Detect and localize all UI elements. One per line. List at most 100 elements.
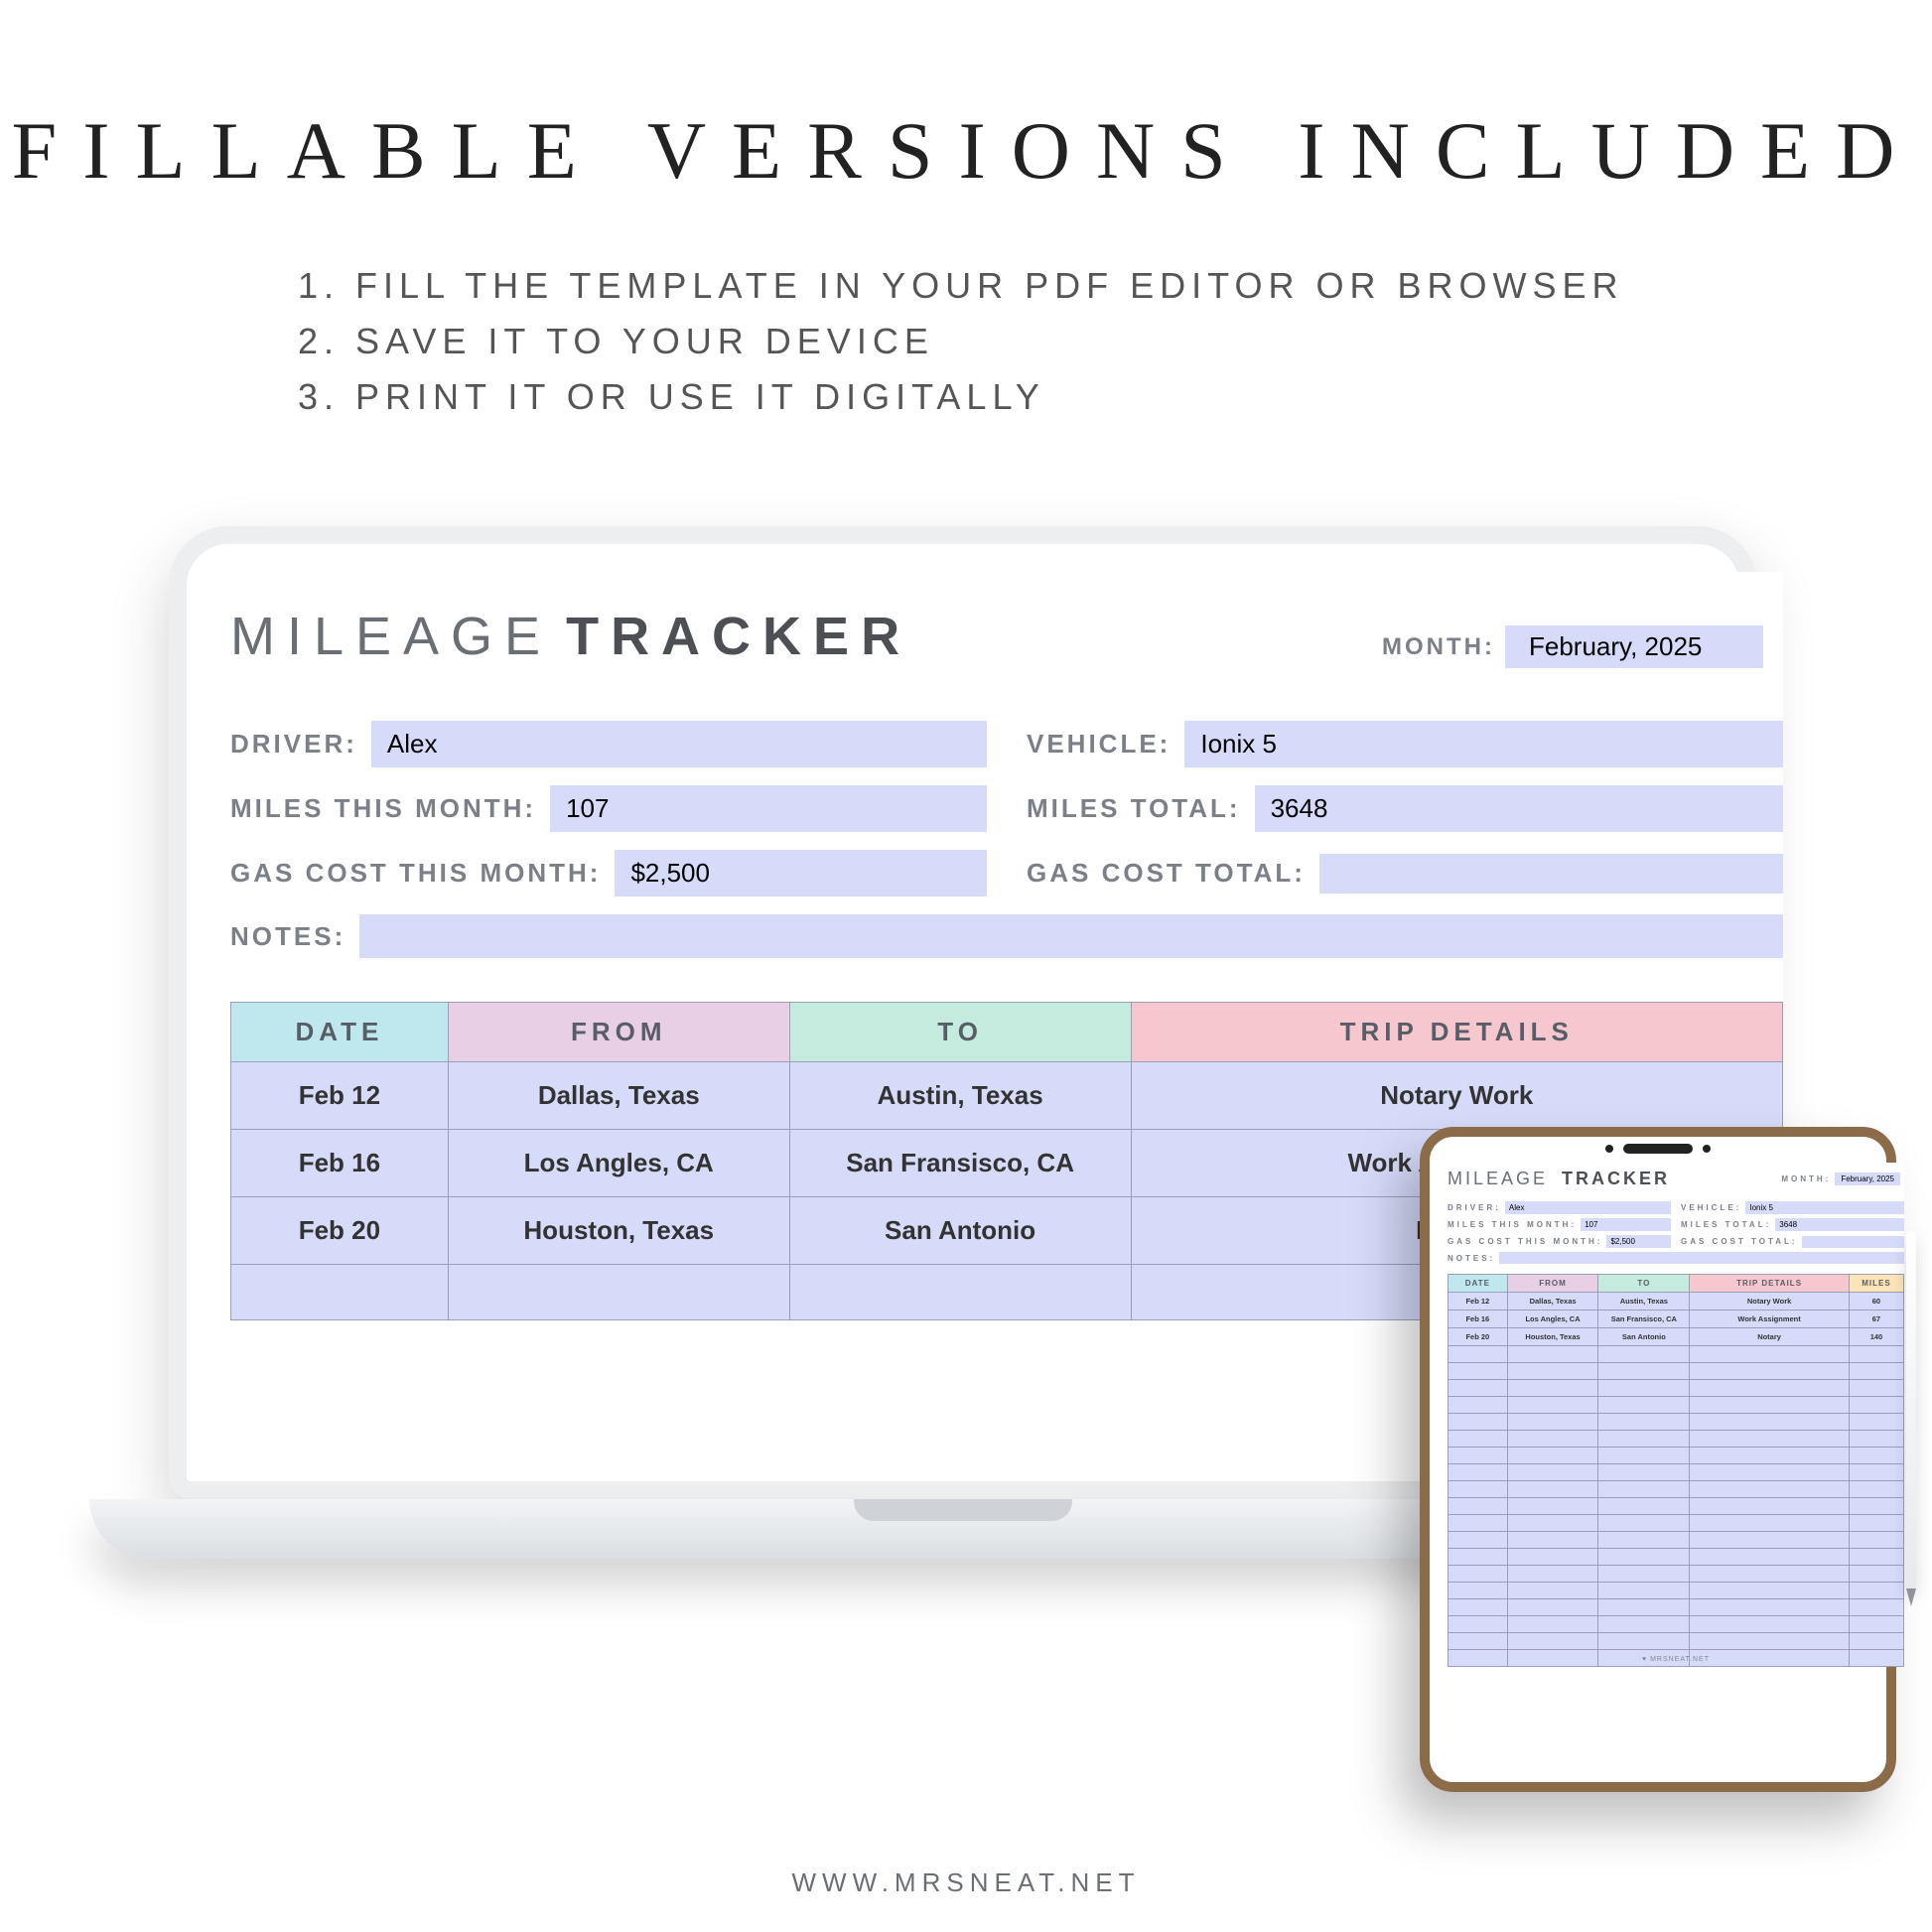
cell-from[interactable]: Los Angles, CA — [1507, 1311, 1598, 1328]
table-row[interactable] — [1449, 1515, 1904, 1532]
table-row[interactable] — [1449, 1498, 1904, 1515]
cell-miles[interactable]: 140 — [1849, 1328, 1903, 1346]
col-to: TO — [1598, 1275, 1690, 1293]
month-field: MONTH: February, 2025 — [1382, 625, 1763, 668]
month-field: MONTH: February, 2025 — [1781, 1173, 1900, 1185]
title-bold: TRACKER — [1562, 1169, 1670, 1189]
cell-details[interactable]: Notary — [1690, 1328, 1850, 1346]
vehicle-label: VEHICLE: — [1681, 1203, 1741, 1212]
gas-month-input[interactable]: $2,500 — [615, 850, 987, 897]
table-row[interactable] — [1449, 1431, 1904, 1448]
gas-total-input[interactable] — [1802, 1236, 1904, 1248]
driver-input[interactable]: Alex — [371, 721, 987, 767]
cell-from[interactable]: Los Angles, CA — [448, 1130, 789, 1197]
cell-date[interactable]: Feb 16 — [1449, 1311, 1508, 1328]
cell-miles[interactable]: 60 — [1849, 1293, 1903, 1311]
cell-miles[interactable]: 67 — [1849, 1311, 1903, 1328]
col-date: DATE — [231, 1003, 449, 1062]
cell-date[interactable]: Feb 16 — [231, 1130, 449, 1197]
gas-total-label: GAS COST TOTAL: — [1681, 1237, 1798, 1246]
gas-month-label: GAS COST THIS MONTH: — [1448, 1237, 1602, 1246]
table-row[interactable]: Feb 12 Dallas, Texas Austin, Texas Notar… — [1449, 1293, 1904, 1311]
col-miles: MILES — [1849, 1275, 1903, 1293]
table-row[interactable] — [1449, 1566, 1904, 1583]
col-from: FROM — [448, 1003, 789, 1062]
step-3: 3. PRINT IT OR USE IT DIGITALLY — [298, 369, 1624, 425]
notes-label: NOTES: — [1448, 1254, 1495, 1263]
table-row[interactable] — [1449, 1464, 1904, 1481]
miles-total-label: MILES TOTAL: — [1681, 1220, 1771, 1229]
table-row[interactable]: Feb 16 Los Angles, CA San Fransisco, CA … — [1449, 1311, 1904, 1328]
step-2: 2. SAVE IT TO YOUR DEVICE — [298, 314, 1624, 369]
cell-date[interactable]: Feb 12 — [231, 1062, 449, 1130]
vehicle-input[interactable]: Ionix 5 — [1745, 1201, 1904, 1214]
cell-from[interactable]: Houston, Texas — [448, 1197, 789, 1265]
table-row[interactable] — [1449, 1363, 1904, 1380]
table-row[interactable] — [1449, 1532, 1904, 1549]
cell-to[interactable]: Austin, Texas — [1598, 1293, 1690, 1311]
driver-label: DRIVER: — [1448, 1203, 1501, 1212]
miles-total-input[interactable]: 3648 — [1775, 1218, 1904, 1231]
cell-date[interactable]: Feb 20 — [231, 1197, 449, 1265]
cell-details[interactable]: Notary Work — [1131, 1062, 1782, 1130]
miles-month-label: MILES THIS MONTH: — [1448, 1220, 1577, 1229]
mileage-table: DATE FROM TO TRIP DETAILS MILES Feb 12 D… — [1448, 1274, 1904, 1667]
instruction-steps: 1. FILL THE TEMPLATE IN YOUR PDF EDITOR … — [298, 258, 1624, 424]
table-row[interactable] — [1449, 1583, 1904, 1599]
month-input[interactable]: February, 2025 — [1505, 625, 1763, 668]
cell-date[interactable]: Feb 12 — [1449, 1293, 1508, 1311]
page-headline: FILLABLE VERSIONS INCLUDED — [0, 104, 1932, 198]
tablet-camera-icon — [1623, 1144, 1693, 1154]
cell-from[interactable]: Houston, Texas — [1507, 1328, 1598, 1346]
month-input[interactable]: February, 2025 — [1835, 1173, 1900, 1185]
miles-total-label: MILES TOTAL: — [1027, 793, 1241, 824]
col-details: TRIP DETAILS — [1131, 1003, 1782, 1062]
site-watermark: WWW.MRSNEAT.NET — [0, 1867, 1932, 1898]
cell-details[interactable]: Work Assignment — [1690, 1311, 1850, 1328]
cell-from[interactable]: Dallas, Texas — [1507, 1293, 1598, 1311]
miles-total-input[interactable]: 3648 — [1255, 785, 1783, 832]
tablet-screen: MILEAGE TRACKER MONTH: February, 2025 DR… — [1448, 1163, 1904, 1667]
stylus-icon — [1906, 1231, 1916, 1588]
gas-month-label: GAS COST THIS MONTH: — [230, 858, 601, 889]
gas-month-input[interactable]: $2,500 — [1606, 1235, 1671, 1248]
table-row[interactable] — [1449, 1380, 1904, 1397]
col-details: TRIP DETAILS — [1690, 1275, 1850, 1293]
notes-input[interactable] — [359, 914, 1783, 958]
driver-label: DRIVER: — [230, 729, 357, 759]
table-row[interactable] — [1449, 1599, 1904, 1616]
cell-date[interactable]: Feb 20 — [1449, 1328, 1508, 1346]
vehicle-input[interactable]: Ionix 5 — [1184, 721, 1783, 767]
cell-to[interactable]: San Fransisco, CA — [1598, 1311, 1690, 1328]
table-row[interactable] — [1449, 1448, 1904, 1464]
notes-input[interactable] — [1499, 1252, 1904, 1264]
table-row[interactable] — [1449, 1616, 1904, 1633]
table-row[interactable] — [1449, 1481, 1904, 1498]
table-row[interactable] — [1449, 1549, 1904, 1566]
title-bold: TRACKER — [566, 606, 911, 667]
table-row[interactable] — [1449, 1346, 1904, 1363]
gas-total-label: GAS COST TOTAL: — [1027, 858, 1306, 889]
miles-month-input[interactable]: 107 — [1581, 1218, 1671, 1231]
table-row[interactable]: Feb 12 Dallas, Texas Austin, Texas Notar… — [231, 1062, 1783, 1130]
miles-month-label: MILES THIS MONTH: — [230, 793, 536, 824]
step-1: 1. FILL THE TEMPLATE IN YOUR PDF EDITOR … — [298, 258, 1624, 314]
table-row[interactable] — [1449, 1633, 1904, 1650]
miles-month-input[interactable]: 107 — [550, 785, 987, 832]
tablet-footer: ♥ MRSNEAT.NET — [1448, 1656, 1904, 1663]
table-row[interactable] — [1449, 1397, 1904, 1414]
table-row[interactable]: Feb 20 Houston, Texas San Antonio Notary… — [1449, 1328, 1904, 1346]
driver-input[interactable]: Alex — [1505, 1201, 1671, 1214]
cell-from[interactable]: Dallas, Texas — [448, 1062, 789, 1130]
cell-to[interactable]: San Antonio — [1598, 1328, 1690, 1346]
cell-details[interactable]: Notary Work — [1690, 1293, 1850, 1311]
table-row[interactable] — [1449, 1414, 1904, 1431]
gas-total-input[interactable] — [1319, 854, 1783, 894]
vehicle-label: VEHICLE: — [1027, 729, 1171, 759]
cell-to[interactable]: San Antonio — [789, 1197, 1131, 1265]
cell-to[interactable]: Austin, Texas — [789, 1062, 1131, 1130]
cell-to[interactable]: San Fransisco, CA — [789, 1130, 1131, 1197]
col-date: DATE — [1449, 1275, 1508, 1293]
month-label: MONTH: — [1382, 633, 1495, 661]
notes-label: NOTES: — [230, 921, 345, 952]
